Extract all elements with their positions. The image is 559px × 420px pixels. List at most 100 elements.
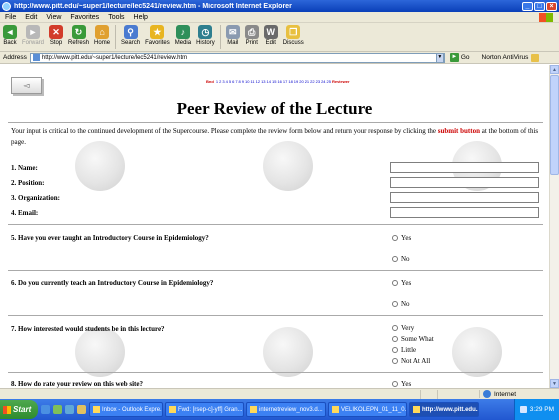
norton-antivirus-button[interactable]: Norton AntiVirus <box>482 53 540 62</box>
q7-option-some-what[interactable]: Some What <box>392 335 434 343</box>
nav-link-page[interactable]: 23 <box>316 79 320 84</box>
nav-link-reviewer[interactable]: Reviewer <box>332 79 350 84</box>
edit-button[interactable]: W Edit <box>263 23 278 46</box>
nav-link-page[interactable]: 1 <box>216 79 218 84</box>
radio-button[interactable] <box>392 381 398 387</box>
menu-file[interactable]: File <box>5 14 16 21</box>
security-zone: Internet <box>479 390 559 398</box>
radio-button[interactable] <box>392 347 398 353</box>
radio-button[interactable] <box>392 336 398 342</box>
menu-help[interactable]: Help <box>134 14 148 21</box>
quicklaunch-ie-icon[interactable] <box>41 405 50 414</box>
radio-button[interactable] <box>392 280 398 286</box>
back-button[interactable]: ◄ Back <box>3 23 17 46</box>
q7-option-very[interactable]: Very <box>392 324 414 332</box>
quicklaunch-desktop-icon[interactable] <box>53 405 62 414</box>
nav-link-page[interactable]: 16 <box>277 79 281 84</box>
toolbar-label: Media <box>174 40 192 46</box>
email-field[interactable] <box>390 207 539 218</box>
quicklaunch-folder-icon[interactable] <box>77 405 86 414</box>
position-field[interactable] <box>390 177 539 188</box>
forward-button[interactable]: ► Forward <box>22 23 44 46</box>
menu-view[interactable]: View <box>46 14 61 21</box>
refresh-button[interactable]: ↻ Refresh <box>68 23 89 46</box>
scroll-up-icon[interactable]: ▲ <box>550 65 559 74</box>
nav-link-page[interactable]: 4 <box>226 79 228 84</box>
taskbar-button[interactable]: Fwd: [rsep-c]-yff] Gran... <box>165 402 244 417</box>
print-button[interactable]: ⎙ Print <box>244 23 259 46</box>
nav-link-page[interactable]: 7 <box>235 79 237 84</box>
window-title-bar[interactable]: http://www.pitt.edu/~super1/lecture/lec5… <box>0 0 559 12</box>
email-label: 4. Email: <box>11 209 39 217</box>
media-button[interactable]: ♪ Media <box>175 23 191 46</box>
nav-link-page[interactable]: 17 <box>283 79 287 84</box>
mail-button[interactable]: ✉ Mail <box>225 23 240 46</box>
nav-link-page[interactable]: 11 <box>250 79 254 84</box>
vertical-scrollbar[interactable]: ▲ ▼ <box>549 65 559 388</box>
nav-link-page[interactable]: 12 <box>256 79 260 84</box>
maximize-button[interactable]: □ <box>534 1 545 11</box>
zone-label: Internet <box>494 390 517 398</box>
nav-link-page[interactable]: 13 <box>261 79 265 84</box>
standard-toolbar: ◄ Back ► Forward ✕ Stop ↻ Refresh ⌂ Home ⚲ Search ★ F… <box>0 23 559 52</box>
back-link-icon[interactable]: ◅ <box>11 77 42 94</box>
radio-button[interactable] <box>392 358 398 364</box>
question-5: 5. Have you ever taught an Introductory … <box>11 234 209 242</box>
nav-link-page[interactable]: 15 <box>272 79 276 84</box>
nav-link-page[interactable]: 14 <box>267 79 271 84</box>
q5-option-yes[interactable]: Yes <box>392 234 411 242</box>
minimize-button[interactable]: _ <box>522 1 533 11</box>
address-dropdown-icon[interactable]: ▼ <box>435 52 444 63</box>
go-button[interactable]: ► Go <box>449 53 470 62</box>
nav-link-page[interactable]: 3 <box>222 79 224 84</box>
nav-link-page[interactable]: 6 <box>232 79 234 84</box>
q8-option-yes[interactable]: Yes <box>392 380 411 388</box>
nav-link-page[interactable]: 20 <box>299 79 303 84</box>
nav-link-page[interactable]: 18 <box>288 79 292 84</box>
search-button[interactable]: ⚲ Search <box>121 23 140 46</box>
nav-link-page[interactable]: 22 <box>310 79 314 84</box>
menu-edit[interactable]: Edit <box>25 14 37 21</box>
discuss-button[interactable]: ❐ Discuss <box>283 23 304 46</box>
stop-icon: ✕ <box>49 25 64 39</box>
scrollbar-thumb[interactable] <box>550 75 559 175</box>
media-icon: ♪ <box>175 25 190 39</box>
taskbar-button[interactable]: http://www.pitt.edu... <box>409 402 479 417</box>
nav-link-page[interactable]: 21 <box>305 79 309 84</box>
address-input[interactable]: http://www.pitt.edu/~super1/lecture/lec5… <box>29 52 445 63</box>
q7-option-little[interactable]: Little <box>392 346 416 354</box>
nav-link-page[interactable]: 10 <box>245 79 249 84</box>
nav-link-page[interactable]: 8 <box>239 79 241 84</box>
organization-field[interactable] <box>390 192 539 203</box>
q6-option-yes[interactable]: Yes <box>392 279 411 287</box>
close-button[interactable]: × <box>546 1 557 11</box>
nav-link-page[interactable]: 25 <box>327 79 331 84</box>
nav-link-page[interactable]: 5 <box>229 79 231 84</box>
nav-link-page[interactable]: 9 <box>242 79 244 84</box>
history-button[interactable]: ◷ History <box>196 23 215 46</box>
radio-button[interactable] <box>392 235 398 241</box>
taskbar-button[interactable]: VELIKOLEPN_01_11_0... <box>328 402 407 417</box>
nav-link-page[interactable]: 19 <box>294 79 298 84</box>
quicklaunch-outlook-icon[interactable] <box>65 405 74 414</box>
q5-option-no[interactable]: No <box>392 255 410 263</box>
menu-tools[interactable]: Tools <box>108 14 124 21</box>
q6-option-no[interactable]: No <box>392 300 410 308</box>
radio-button[interactable] <box>392 301 398 307</box>
menu-favorites[interactable]: Favorites <box>70 14 99 21</box>
start-button[interactable]: Start <box>0 400 38 419</box>
stop-button[interactable]: ✕ Stop <box>49 23 64 46</box>
nav-link-first[interactable]: Bnd <box>206 79 214 84</box>
home-button[interactable]: ⌂ Home <box>94 23 110 46</box>
scroll-down-icon[interactable]: ▼ <box>550 379 559 388</box>
name-field[interactable] <box>390 162 539 173</box>
radio-button[interactable] <box>392 256 398 262</box>
radio-button[interactable] <box>392 325 398 331</box>
q7-option-not-at-all[interactable]: Not At All <box>392 357 430 365</box>
toolbar-label: History <box>196 40 215 46</box>
favorites-button[interactable]: ★ Favorites <box>145 23 170 46</box>
taskbar-button[interactable]: Inbox - Outlook Expre... <box>89 402 163 417</box>
nav-link-page[interactable]: 24 <box>321 79 325 84</box>
tray-volume-icon[interactable] <box>519 406 527 413</box>
taskbar-button[interactable]: internetreview_nov3.d... <box>246 402 326 417</box>
